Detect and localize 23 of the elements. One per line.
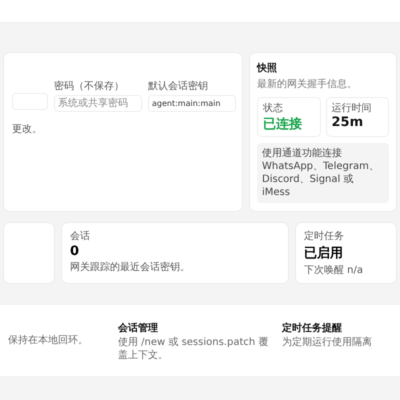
stat-label: 状态 xyxy=(263,102,284,115)
note-text: 更改。 xyxy=(12,123,42,136)
metric-label: 会话 xyxy=(70,230,91,243)
metric-label: 定时任务 xyxy=(304,230,345,243)
note-text: 使用 /new 或 sessions.patch 覆盖上下文。 xyxy=(118,336,270,362)
input-field[interactable]: agent:main:main xyxy=(148,95,236,112)
input-field[interactable]: 系统或共享密码 xyxy=(54,95,142,112)
metric-value: 已启用 xyxy=(304,244,344,262)
metric-hint: 网关跟踪的最近会话密钥。 xyxy=(70,260,191,274)
metric-hint: 下次唤醒 n/a xyxy=(304,264,364,277)
note-title: 会话管理 xyxy=(118,322,159,335)
stat-label: 运行时间 xyxy=(332,102,372,115)
field-label: 默认会话密钥 xyxy=(148,80,209,93)
field-label: 密码（不保存） xyxy=(54,80,125,93)
stat-value: 25m xyxy=(332,115,364,130)
card-subtitle: 最新的网关握手信息。 xyxy=(257,78,358,91)
note-text: 为定期运行使用隔离 xyxy=(282,336,373,349)
notice-banner: 使用通道功能连接 WhatsApp、Telegram、Discord、Signal 或 iMess xyxy=(257,143,389,203)
stat-value: 已连接 xyxy=(263,116,303,133)
note-text: 保持在本地回环。 xyxy=(8,334,89,347)
card-title: 快照 xyxy=(257,62,278,75)
note-title: 定时任务提醒 xyxy=(282,321,343,335)
metric-value: 0 xyxy=(70,244,80,259)
